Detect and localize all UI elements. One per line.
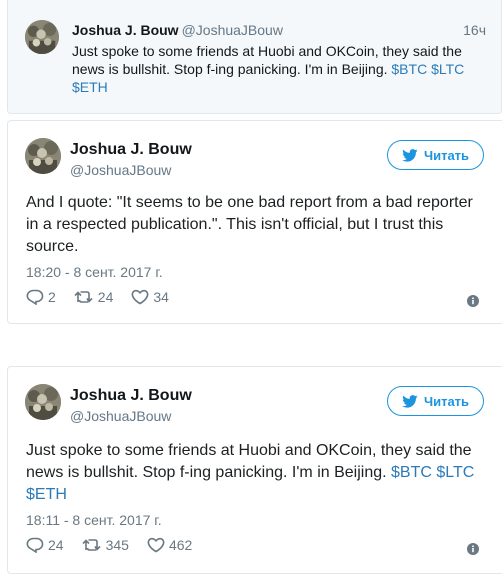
hashtag-link[interactable]: $LTC	[436, 464, 474, 481]
hashtag-link[interactable]: $BTC	[391, 61, 427, 77]
avatar[interactable]	[25, 138, 61, 174]
reply-icon	[26, 289, 44, 305]
tweet-timestamp[interactable]: 18:20 - 8 сент. 2017 г.	[26, 264, 163, 280]
twitter-bird-icon	[402, 394, 418, 408]
info-icon[interactable]	[467, 295, 479, 307]
author-handle[interactable]: @JoshuaJBouw	[182, 22, 283, 38]
twitter-bird-icon	[402, 148, 418, 162]
like-button[interactable]: 34	[131, 289, 169, 305]
reply-count: 24	[48, 537, 64, 553]
like-count: 462	[168, 537, 193, 553]
tweet-card: Joshua J. Bouw @JoshuaJBouw Читать And I…	[7, 120, 502, 324]
author-handle[interactable]: @JoshuaJBouw	[70, 162, 171, 178]
like-count: 34	[153, 289, 169, 305]
like-button[interactable]: 462	[147, 537, 192, 553]
avatar[interactable]	[25, 20, 59, 54]
avatar[interactable]	[25, 384, 61, 420]
reply-count: 2	[48, 289, 56, 305]
reply-icon	[26, 537, 44, 553]
tweet-actions: 2 24 34	[26, 289, 169, 305]
follow-label: Читать	[423, 147, 470, 163]
quoted-tweet[interactable]: Joshua J. Bouw @JoshuaJBouw 16ч Just spok…	[7, 0, 502, 114]
retweet-count: 24	[97, 289, 114, 305]
tweet-actions: 24 345 462	[26, 537, 192, 553]
reply-button[interactable]: 24	[26, 537, 64, 553]
retweet-button[interactable]: 345	[82, 537, 129, 553]
tweet-text: Just spoke to some friends at Huobi and …	[26, 440, 486, 506]
tweet-timestamp[interactable]: 18:11 - 8 сент. 2017 г.	[26, 512, 162, 528]
tweet-text: And I quote: "It seems to be one bad rep…	[26, 194, 473, 255]
retweet-button[interactable]: 24	[74, 289, 114, 305]
hashtag-link[interactable]: $BTC	[391, 464, 432, 481]
follow-button[interactable]: Читать	[387, 140, 484, 170]
retweet-icon	[82, 539, 101, 551]
tweet-card: Joshua J. Bouw @JoshuaJBouw Читать Just …	[7, 366, 502, 574]
author-name[interactable]: Joshua J. Bouw	[70, 387, 192, 405]
author-name[interactable]: Joshua J. Bouw	[72, 22, 179, 38]
like-icon	[131, 289, 149, 305]
hashtag-link[interactable]: $ETH	[26, 486, 67, 503]
like-icon	[147, 537, 165, 553]
reply-button[interactable]: 2	[26, 289, 56, 305]
info-icon[interactable]	[467, 543, 479, 555]
author-name[interactable]: Joshua J. Bouw	[70, 141, 192, 159]
hashtag-link[interactable]: $ETH	[72, 79, 108, 95]
retweet-icon	[74, 291, 93, 303]
tweet-timestamp[interactable]: 16ч	[463, 22, 486, 38]
follow-button[interactable]: Читать	[387, 386, 484, 416]
follow-label: Читать	[423, 393, 470, 409]
hashtag-link[interactable]: $LTC	[431, 61, 464, 77]
author-handle[interactable]: @JoshuaJBouw	[70, 408, 171, 424]
tweet-text: Just spoke to some friends at Huobi and …	[72, 42, 487, 96]
retweet-count: 345	[105, 537, 129, 553]
